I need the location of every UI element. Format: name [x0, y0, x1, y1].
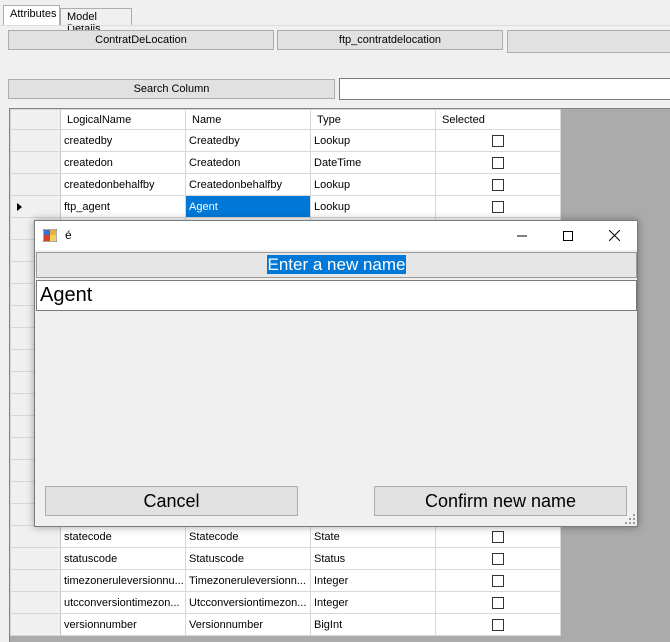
row-header-current[interactable]	[10, 195, 61, 218]
cell-name[interactable]: Createdby	[185, 129, 311, 152]
cell-logicalname[interactable]: utcconversiontimezon...	[60, 591, 186, 614]
tab-model-details[interactable]: Model Details	[60, 8, 132, 35]
close-button[interactable]	[591, 221, 637, 250]
cell-selected	[435, 195, 561, 218]
row-header[interactable]	[10, 525, 61, 548]
row-header[interactable]	[10, 547, 61, 570]
cell-selected	[435, 525, 561, 548]
table-row[interactable]: statuscode Statuscode Status	[10, 547, 561, 570]
cell-type[interactable]: DateTime	[310, 151, 436, 174]
cell-type[interactable]: BigInt	[310, 613, 436, 636]
current-row-arrow-icon	[17, 202, 22, 211]
cell-selected	[435, 547, 561, 570]
entity-button[interactable]: ContratDeLocation	[8, 30, 274, 50]
cell-selected	[435, 569, 561, 592]
maximize-icon	[563, 230, 573, 241]
dialog-title: é	[65, 228, 72, 242]
cell-name-selected[interactable]: Agent	[185, 195, 311, 218]
cancel-button[interactable]: Cancel	[45, 486, 298, 516]
cell-name[interactable]: Timezoneruleversionn...	[185, 569, 311, 592]
selected-checkbox[interactable]	[492, 574, 504, 587]
cell-name[interactable]: Statuscode	[185, 547, 311, 570]
row-header[interactable]	[10, 613, 61, 636]
row-header[interactable]	[10, 569, 61, 592]
dialog-titlebar[interactable]: é	[35, 221, 637, 250]
maximize-button[interactable]	[545, 221, 591, 250]
selected-checkbox[interactable]	[492, 552, 504, 565]
selected-checkbox[interactable]	[492, 178, 504, 191]
cell-type[interactable]: Lookup	[310, 173, 436, 196]
rename-dialog: é Enter a new name Agent Cancel Confirm …	[34, 220, 638, 527]
table-row-current[interactable]: ftp_agent Agent Lookup	[10, 195, 561, 218]
cell-logicalname[interactable]: statuscode	[60, 547, 186, 570]
cell-type[interactable]: Lookup	[310, 129, 436, 152]
cell-selected	[435, 129, 561, 152]
search-input[interactable]	[339, 78, 670, 100]
row-header[interactable]	[10, 591, 61, 614]
table-row[interactable]: timezoneruleversionnu... Timezonerulever…	[10, 569, 561, 592]
header-row: LogicalName Name Type Selected	[10, 109, 561, 130]
selected-checkbox[interactable]	[492, 156, 504, 169]
cell-logicalname[interactable]: statecode	[60, 525, 186, 548]
selected-checkbox[interactable]	[492, 134, 504, 147]
cell-type[interactable]: Integer	[310, 569, 436, 592]
row-header[interactable]	[10, 173, 61, 196]
new-name-input[interactable]: Agent	[36, 280, 637, 311]
cell-type[interactable]: State	[310, 525, 436, 548]
cell-type[interactable]: Status	[310, 547, 436, 570]
close-icon	[608, 230, 620, 241]
table-row[interactable]: utcconversiontimezon... Utcconversiontim…	[10, 591, 561, 614]
row-header[interactable]	[10, 129, 61, 152]
third-toolbar-button[interactable]	[507, 30, 670, 53]
column-header-name[interactable]: Name	[185, 109, 311, 130]
row-header[interactable]	[10, 151, 61, 174]
confirm-new-name-button[interactable]: Confirm new name	[374, 486, 627, 516]
tab-attributes[interactable]: Attributes	[3, 5, 60, 25]
cell-name[interactable]: Versionnumber	[185, 613, 311, 636]
minimize-icon	[517, 235, 527, 236]
cell-name[interactable]: Statecode	[185, 525, 311, 548]
table-row[interactable]: versionnumber Versionnumber BigInt	[10, 613, 561, 636]
cell-type[interactable]: Lookup	[310, 195, 436, 218]
column-header-logicalname[interactable]: LogicalName	[60, 109, 186, 130]
cell-name[interactable]: Utcconversiontimezon...	[185, 591, 311, 614]
cell-logicalname[interactable]: createdonbehalfby	[60, 173, 186, 196]
column-header-selected[interactable]: Selected	[435, 109, 561, 130]
prompt-label: Enter a new name	[36, 252, 637, 278]
cell-logicalname[interactable]: createdon	[60, 151, 186, 174]
prompt-text: Enter a new name	[266, 255, 407, 274]
schema-name-button[interactable]: ftp_contratdelocation	[277, 30, 503, 50]
selected-checkbox[interactable]	[492, 618, 504, 631]
cell-selected	[435, 591, 561, 614]
cell-name[interactable]: Createdon	[185, 151, 311, 174]
selected-checkbox[interactable]	[492, 530, 504, 543]
selected-checkbox[interactable]	[492, 200, 504, 213]
cell-logicalname[interactable]: ftp_agent	[60, 195, 186, 218]
selected-checkbox[interactable]	[492, 596, 504, 609]
app-icon	[43, 229, 57, 242]
cell-name[interactable]: Createdonbehalfby	[185, 173, 311, 196]
search-column-button[interactable]: Search Column	[8, 79, 335, 99]
tab-strip-divider	[0, 25, 670, 26]
cell-logicalname[interactable]: versionnumber	[60, 613, 186, 636]
cell-logicalname[interactable]: timezoneruleversionnu...	[60, 569, 186, 592]
table-row[interactable]: createdby Createdby Lookup	[10, 129, 561, 152]
table-row[interactable]: createdon Createdon DateTime	[10, 151, 561, 174]
cell-logicalname[interactable]: createdby	[60, 129, 186, 152]
cell-type[interactable]: Integer	[310, 591, 436, 614]
cell-selected	[435, 613, 561, 636]
table-row[interactable]: statecode Statecode State	[10, 525, 561, 548]
row-header-corner	[10, 109, 61, 130]
resize-grip-icon[interactable]	[625, 514, 635, 524]
minimize-button[interactable]	[499, 221, 545, 250]
table-row[interactable]: createdonbehalfby Createdonbehalfby Look…	[10, 173, 561, 196]
cell-selected	[435, 173, 561, 196]
column-header-type[interactable]: Type	[310, 109, 436, 130]
cell-selected	[435, 151, 561, 174]
